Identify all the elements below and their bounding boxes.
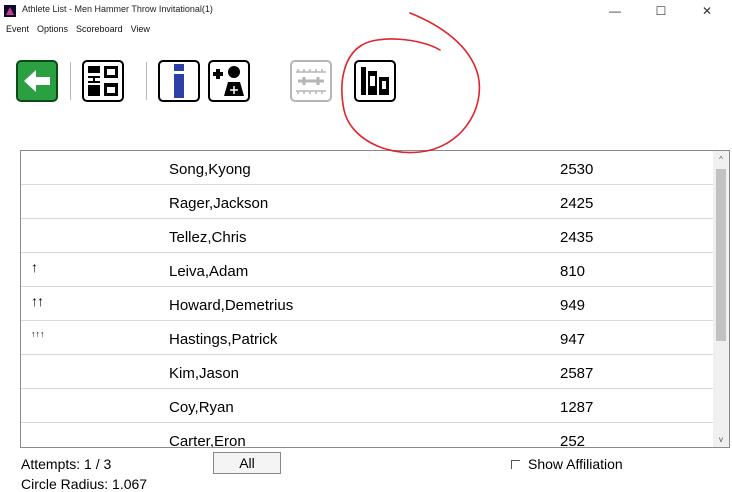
menu-view[interactable]: View (127, 22, 154, 38)
scroll-thumb[interactable] (716, 169, 726, 341)
athlete-name: Rager,Jackson (169, 195, 269, 212)
menu-scoreboard[interactable]: Scoreboard (72, 22, 127, 38)
window-title: Athlete List - Men Hammer Throw Invitati… (22, 4, 213, 14)
table-row[interactable]: Tellez,Chris 2435 (21, 219, 713, 253)
athlete-name: Coy,Ryan (169, 399, 234, 416)
add-athlete-icon[interactable] (208, 60, 250, 102)
athlete-name: Carter,Eron (169, 433, 246, 448)
athlete-name: Hastings,Patrick (169, 331, 278, 348)
table-row[interactable]: Rager,Jackson 2425 (21, 185, 713, 219)
attempt-arrow-marker: ↑↑ (31, 293, 44, 309)
vertical-scrollbar[interactable]: ^ v (713, 151, 729, 447)
athlete-score: 949 (560, 297, 586, 314)
table-row[interactable]: Carter,Eron 252 (21, 423, 713, 448)
back-arrow-icon[interactable] (16, 60, 58, 102)
minimize-button[interactable]: — (592, 0, 638, 22)
athlete-score: 2425 (560, 195, 594, 212)
show-affiliation-label: Show Affiliation (528, 456, 623, 472)
athlete-list: Song,Kyong 2530 Rager,Jackson 2425 Tellez,Ch… (20, 150, 730, 448)
circle-radius-label: Circle Radius: 1.067 (21, 476, 148, 492)
menu-bar: Event Options Scoreboard View (0, 22, 732, 38)
table-row[interactable]: Song,Kyong 2530 (21, 151, 713, 185)
info-icon[interactable] (158, 60, 200, 102)
attempts-label: Attempts: 1 / 3 (21, 456, 112, 472)
show-affiliation-checkbox[interactable]: Show Affiliation (511, 456, 623, 472)
athlete-score: 947 (560, 331, 586, 348)
checkbox-icon[interactable] (511, 459, 520, 469)
all-button[interactable]: All (213, 452, 281, 474)
maximize-button[interactable]: ☐ (638, 0, 684, 22)
menu-event[interactable]: Event (0, 22, 33, 38)
athlete-score: 2435 (560, 229, 594, 246)
table-row[interactable]: Kim,Jason 2587 (21, 355, 713, 389)
title-bar: Athlete List - Men Hammer Throw Invitati… (0, 0, 732, 22)
athlete-name: Leiva,Adam (169, 263, 249, 280)
table-row[interactable]: ↑ Leiva,Adam 810 (21, 253, 713, 287)
attempt-arrow-marker: ↑↑↑ (31, 329, 45, 339)
athlete-score: 810 (560, 263, 586, 280)
athlete-score: 2530 (560, 161, 594, 178)
athlete-name: Tellez,Chris (169, 229, 247, 246)
attempt-arrow-marker: ↑ (31, 259, 38, 275)
athlete-name: Howard,Demetrius (169, 297, 294, 314)
ruler-icon[interactable] (290, 60, 332, 102)
reorder-icon[interactable] (82, 60, 124, 102)
table-row[interactable]: ↑↑↑ Hastings,Patrick 947 (21, 321, 713, 355)
toolbar (0, 38, 732, 124)
menu-options[interactable]: Options (33, 22, 72, 38)
athlete-score: 252 (560, 433, 586, 448)
toolbar-separator (70, 62, 71, 100)
athlete-score: 1287 (560, 399, 594, 416)
table-row[interactable]: Coy,Ryan 1287 (21, 389, 713, 423)
athlete-score: 2587 (560, 365, 594, 382)
athlete-name: Song,Kyong (169, 161, 251, 178)
athlete-name: Kim,Jason (169, 365, 240, 382)
app-icon (4, 5, 16, 17)
toolbar-separator (146, 62, 147, 100)
scroll-up-button[interactable]: ^ (713, 151, 729, 167)
bar-chart-icon[interactable] (354, 60, 396, 102)
scroll-down-button[interactable]: v (713, 431, 729, 447)
table-row[interactable]: ↑↑ Howard,Demetrius 949 (21, 287, 713, 321)
close-button[interactable]: ✕ (684, 0, 730, 22)
